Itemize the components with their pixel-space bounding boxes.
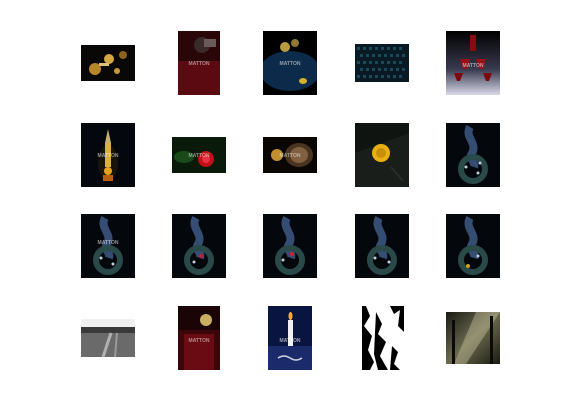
- thumb-wreath-1: [446, 123, 500, 187]
- grid-cell: MATTON: [153, 17, 245, 109]
- thumb-red-bottle: MATTON: [178, 306, 220, 370]
- thumb-candle: MATTON: [268, 306, 312, 370]
- thumb-wreath-2: MATTON: [81, 214, 135, 278]
- thumb-blue-gold-still-life: MATTON: [263, 31, 317, 95]
- watermark-text: MATTON: [280, 153, 301, 159]
- watermark-text: MATTON: [463, 63, 484, 69]
- thumb-night-tower: MATTON: [81, 123, 135, 187]
- grid-cell: [427, 200, 519, 292]
- grid-cell: [62, 17, 154, 109]
- thumb-bw-silhouette: [360, 306, 404, 370]
- grid-cell: MATTON: [244, 292, 336, 384]
- watermark-text: MATTON: [189, 338, 210, 344]
- image-grid: MATTON MATTON MATTON MATTON MATTON MATTO…: [0, 0, 561, 420]
- watermark-text: MATTON: [189, 61, 210, 67]
- grid-cell: [336, 17, 428, 109]
- grid-cell: [427, 292, 519, 384]
- thumb-dark-red-scene: MATTON: [178, 31, 220, 95]
- grid-cell: MATTON: [153, 109, 245, 201]
- watermark-text: MATTON: [98, 153, 119, 159]
- grid-cell: [62, 292, 154, 384]
- grid-cell: [244, 200, 336, 292]
- thumb-wreath-3: [172, 214, 226, 278]
- thumb-field-path: [81, 319, 135, 357]
- thumb-wreath-6: [446, 214, 500, 278]
- thumb-red-flower: MATTON: [172, 137, 226, 173]
- grid-cell: [427, 109, 519, 201]
- grid-cell: [336, 292, 428, 384]
- watermark-text: MATTON: [189, 153, 210, 159]
- watermark-text: MATTON: [98, 240, 119, 246]
- thumb-gold-watch: MATTON: [263, 137, 317, 173]
- grid-cell: [336, 109, 428, 201]
- thumb-forest-light: [446, 312, 500, 364]
- thumb-wine-glasses: MATTON: [446, 31, 500, 95]
- thumb-yellow-disc: [355, 123, 409, 187]
- grid-cell: [153, 200, 245, 292]
- grid-cell: MATTON: [153, 292, 245, 384]
- watermark-text: MATTON: [280, 338, 301, 344]
- grid-cell: MATTON: [244, 109, 336, 201]
- grid-cell: MATTON: [427, 17, 519, 109]
- watermark-text: MATTON: [280, 61, 301, 67]
- grid-cell: MATTON: [62, 200, 154, 292]
- thumb-clock-gears: [81, 45, 135, 81]
- thumb-blue-pattern: [355, 44, 409, 82]
- grid-cell: MATTON: [244, 17, 336, 109]
- grid-cell: [336, 200, 428, 292]
- thumb-wreath-5: [355, 214, 409, 278]
- thumb-wreath-4: [263, 214, 317, 278]
- grid-cell: MATTON: [62, 109, 154, 201]
